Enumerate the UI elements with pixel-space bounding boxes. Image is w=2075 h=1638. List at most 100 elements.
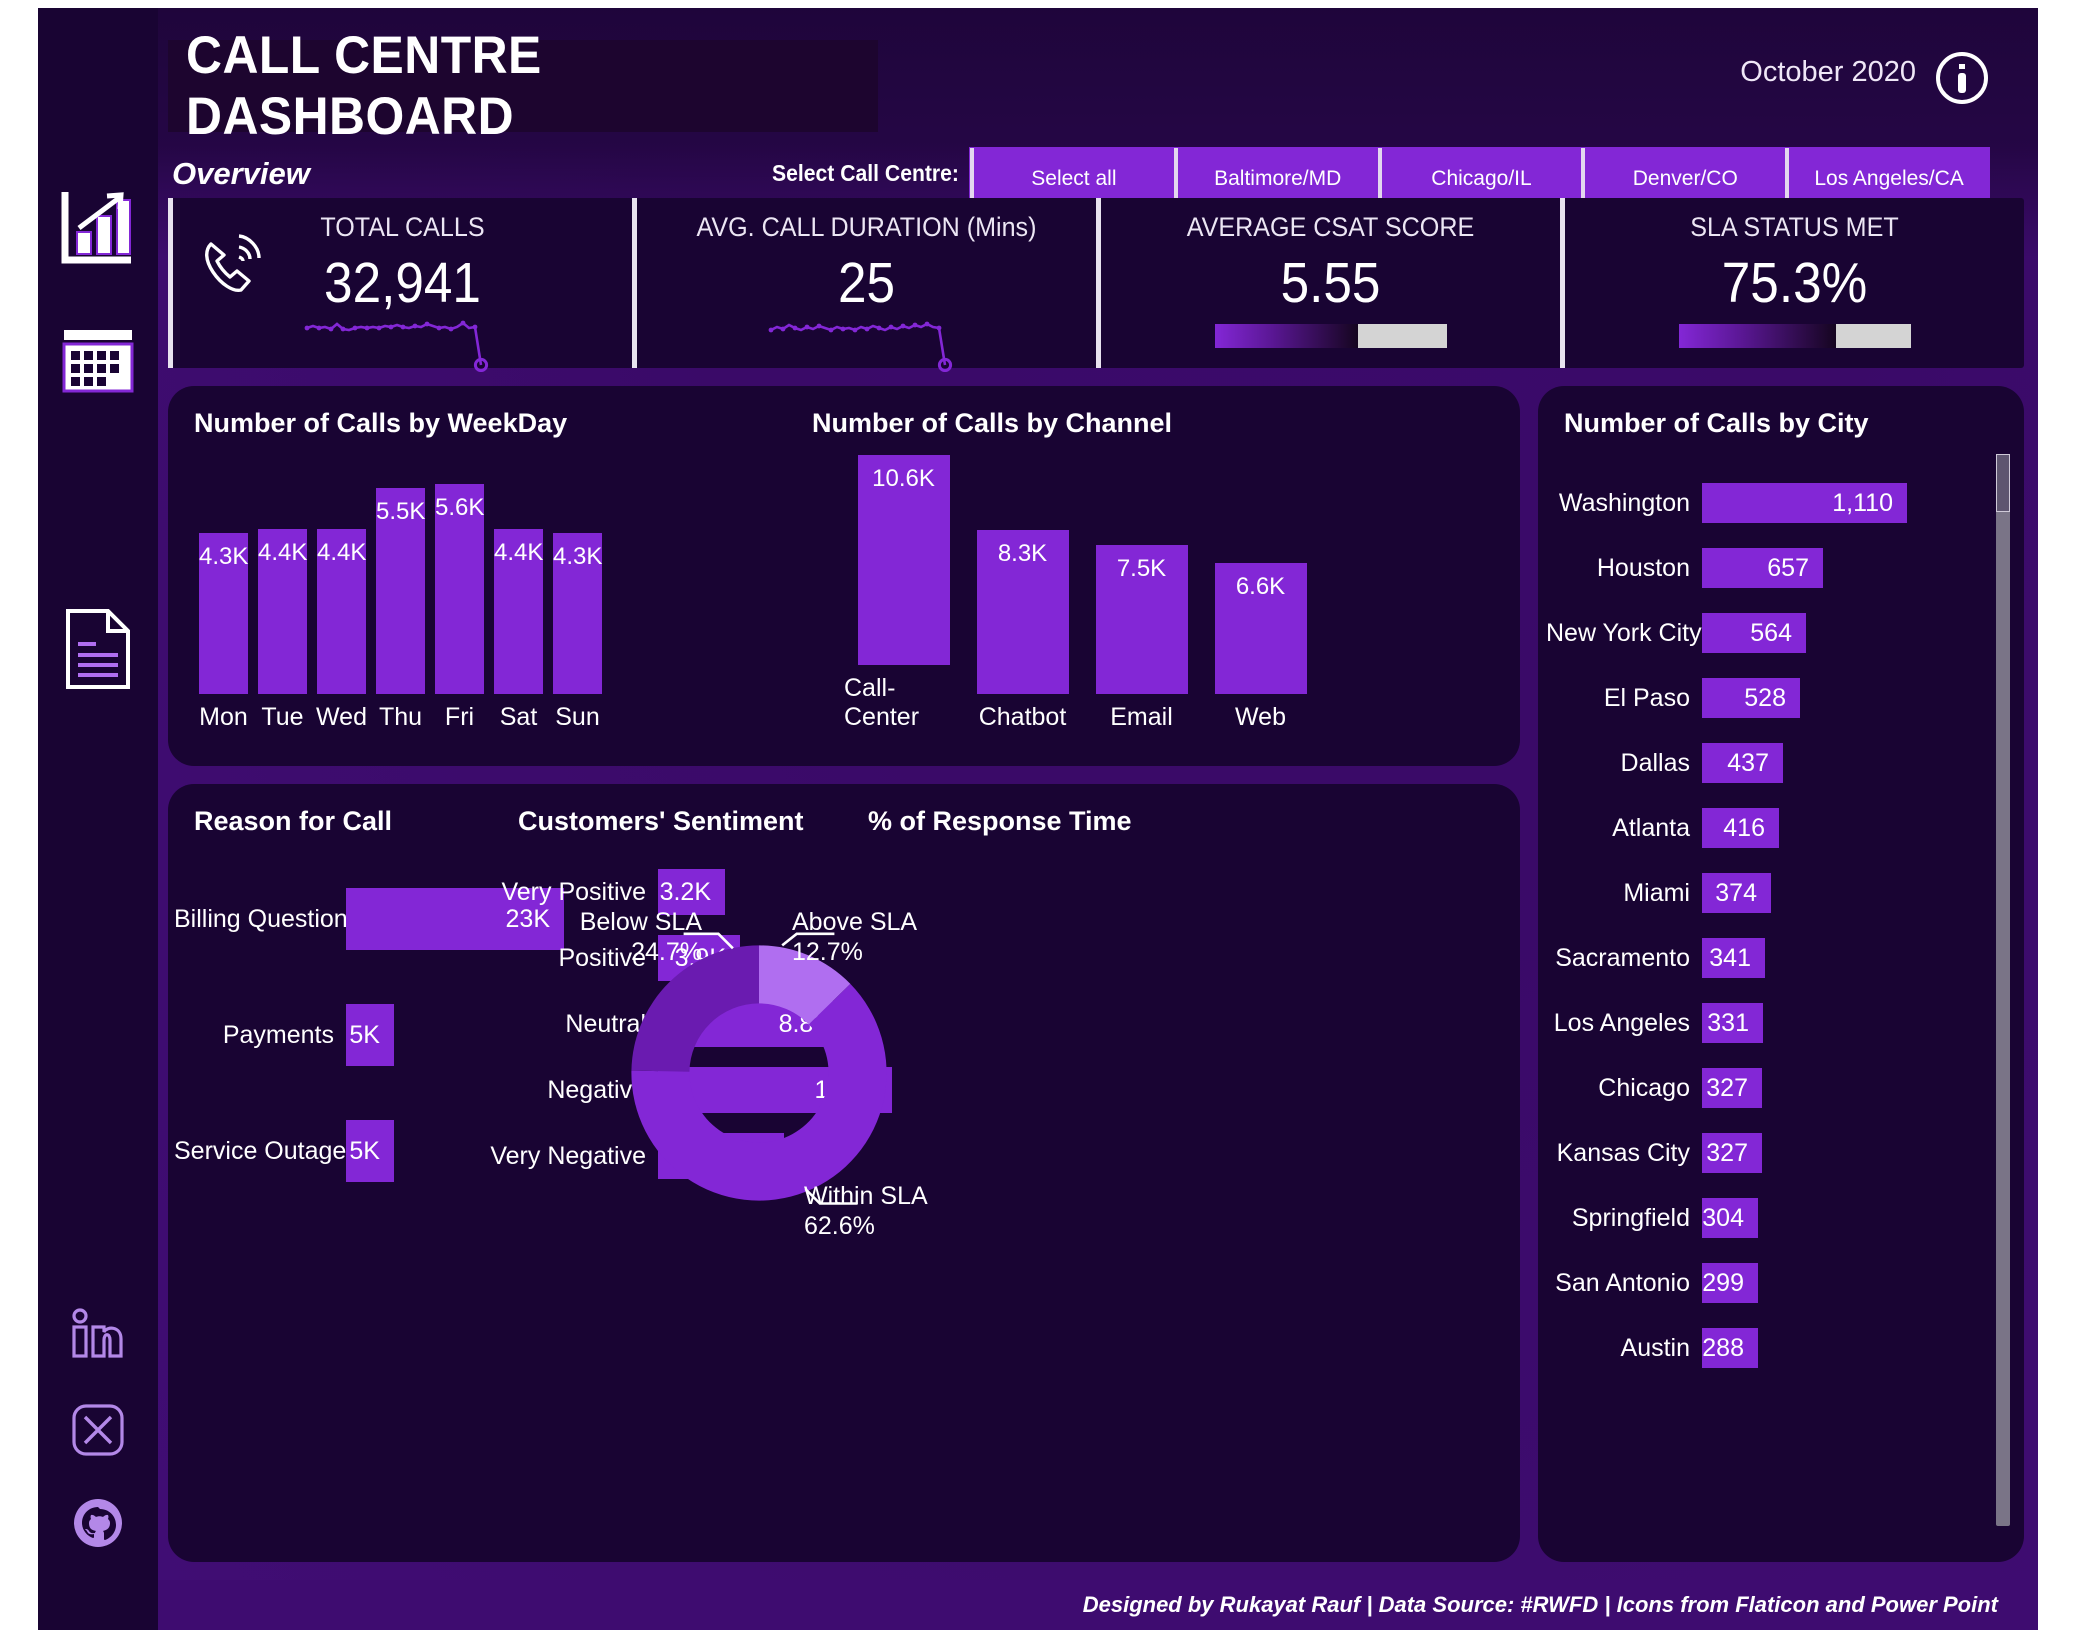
column-bar[interactable]: 7.5K <box>1095 545 1188 694</box>
column-group[interactable]: 4.3K Sun <box>548 533 607 732</box>
column-value-label: 6.6K <box>1235 573 1286 600</box>
bar-row[interactable]: Kansas City 327 <box>1546 1122 1976 1184</box>
sidebar-item-overview[interactable] <box>38 188 158 266</box>
bar[interactable]: 327 <box>1702 1068 1762 1108</box>
bar[interactable]: 5K <box>346 1004 394 1066</box>
column-bar[interactable]: 4.4K <box>258 529 307 694</box>
chart-title-weekday: Number of Calls by WeekDay <box>194 408 568 438</box>
bar[interactable]: 341 <box>1702 938 1765 978</box>
kpi-progress-fill <box>1678 324 1837 348</box>
social-link-linkedin[interactable] <box>38 1308 158 1360</box>
column-bar[interactable]: 5.6K <box>435 484 484 694</box>
growth-chart-icon <box>61 188 135 266</box>
kpi-title: SLA STATUS MET <box>1690 212 1899 242</box>
column-category-label: Call-Center <box>844 674 920 731</box>
bar-category-label: Washington <box>1558 488 1690 517</box>
page-subtitle: Overview <box>172 156 310 191</box>
column-group[interactable]: 4.4K Wed <box>312 529 371 732</box>
sidebar-item-document[interactable] <box>38 608 158 690</box>
slicer-option-label: Denver/CO <box>1632 167 1738 190</box>
bar-row[interactable]: Sacramento 341 <box>1546 927 1976 989</box>
info-button[interactable] <box>1934 50 1990 106</box>
bar-category-label: Austin <box>1620 1333 1690 1362</box>
calendar-grid-icon <box>61 328 135 394</box>
column-group[interactable]: 8.3K Chatbot <box>963 530 1082 732</box>
column-bar[interactable]: 4.3K <box>553 533 602 694</box>
column-bar[interactable]: 4.4K <box>317 529 366 694</box>
bar-row[interactable]: Houston 657 <box>1546 537 1976 599</box>
bar-row[interactable]: Chicago 327 <box>1546 1057 1976 1119</box>
column-category-label: Chatbot <box>978 703 1067 731</box>
social-link-x[interactable] <box>38 1403 158 1457</box>
bar[interactable]: 416 <box>1702 808 1779 848</box>
bar-row[interactable]: Atlanta 416 <box>1546 797 1976 859</box>
chart-title-channel: Number of Calls by Channel <box>812 408 1173 438</box>
left-sidebar <box>38 8 158 1630</box>
city-scrollbar-thumb[interactable] <box>1996 454 2010 512</box>
column-bar[interactable]: 6.6K <box>1214 563 1307 694</box>
bar-row[interactable]: Springfield 304 <box>1546 1187 1976 1249</box>
bar[interactable]: 331 <box>1702 1003 1763 1043</box>
bar[interactable]: 304 <box>1702 1198 1758 1238</box>
bar-row[interactable]: Austin 288 <box>1546 1317 1976 1379</box>
bar-category-label: Atlanta <box>1612 813 1690 842</box>
column-group[interactable]: 4.4K Tue <box>253 529 312 732</box>
bar[interactable]: 437 <box>1702 743 1783 783</box>
column-bar[interactable]: 4.4K <box>494 529 543 694</box>
bar-value-label: 331 <box>1707 1008 1749 1037</box>
column-category-label: Mon <box>199 703 248 731</box>
bar-row[interactable]: San Antonio 299 <box>1546 1252 1976 1314</box>
bar-category-label: Payments <box>222 1020 334 1049</box>
column-group[interactable]: 4.3K Mon <box>194 533 253 732</box>
column-group[interactable]: 7.5K Email <box>1082 545 1201 732</box>
bar[interactable]: 1,110 <box>1702 483 1907 523</box>
bar[interactable]: 657 <box>1702 548 1823 588</box>
bar-row[interactable]: Washington 1,110 <box>1546 472 1976 534</box>
linkedin-icon <box>71 1308 125 1360</box>
slicer-option-label: Chicago/IL <box>1431 167 1532 190</box>
bar-category-label: Kansas City <box>1556 1138 1690 1167</box>
city-scrollbar[interactable] <box>1996 454 2010 1526</box>
kpi-value: 5.55 <box>1280 251 1381 315</box>
column-category-label: Wed <box>316 703 367 731</box>
bar-row[interactable]: Miami 374 <box>1546 862 1976 924</box>
chart-calls-by-city-list: Washington 1,110 Houston 657 New York City 56… <box>1546 472 1976 1532</box>
column-bar[interactable]: 8.3K <box>976 530 1069 694</box>
bar-category-label: Los Angeles <box>1553 1008 1690 1037</box>
sidebar-item-calendar[interactable] <box>38 328 158 394</box>
chart-response-time-donut: Below SLA 24.7% Above SLA 12.7% Within S… <box>528 872 968 1292</box>
column-group[interactable]: 5.6K Fri <box>430 484 489 732</box>
bar[interactable]: 5K <box>346 1120 394 1182</box>
column-value-label: 4.3K <box>553 543 603 570</box>
bar-value-label: 5K <box>349 1020 380 1049</box>
column-value-label: 7.5K <box>1116 555 1167 582</box>
bar-row[interactable]: El Paso 528 <box>1546 667 1976 729</box>
column-bar[interactable]: 5.5K <box>376 488 425 694</box>
bar-row[interactable]: Dallas 437 <box>1546 732 1976 794</box>
bar-row[interactable]: Los Angeles 331 <box>1546 992 1976 1054</box>
bar[interactable]: 288 <box>1702 1328 1758 1368</box>
card-calls-by-city: Number of Calls by City Washington 1,110 H… <box>1538 386 2024 1562</box>
bar[interactable]: 327 <box>1702 1133 1762 1173</box>
column-category-label: Web <box>1235 703 1286 731</box>
kpi-title: AVG. CALL DURATION (Mins) <box>696 212 1037 242</box>
bar[interactable]: 299 <box>1702 1263 1758 1303</box>
bar[interactable]: 528 <box>1702 678 1800 718</box>
column-group[interactable]: 6.6K Web <box>1201 563 1320 732</box>
column-group[interactable]: 5.5K Thu <box>371 488 430 732</box>
column-group[interactable]: 4.4K Sat <box>489 529 548 732</box>
column-bar[interactable]: 4.3K <box>199 533 248 694</box>
bar-category-label: Houston <box>1596 553 1690 582</box>
bar-value-label: 564 <box>1750 618 1792 647</box>
kpi-strip: TOTAL CALLS 32,941 AVG. CALL DURATION (M… <box>168 198 2024 373</box>
bar[interactable]: 374 <box>1702 873 1771 913</box>
bar-category-label: Springfield <box>1571 1203 1690 1232</box>
bar-category-label: New York City <box>1546 618 1702 647</box>
bar-value-label: 374 <box>1715 878 1757 907</box>
bar-row[interactable]: New York City 564 <box>1546 602 1976 664</box>
kpi-sla-status-met: SLA STATUS MET 75.3% <box>1560 198 2024 368</box>
column-bar[interactable]: 10.6K <box>857 455 950 665</box>
column-group[interactable]: 10.6K Call-Center <box>844 455 963 732</box>
social-link-github[interactable] <box>38 1496 158 1550</box>
bar[interactable]: 564 <box>1702 613 1806 653</box>
